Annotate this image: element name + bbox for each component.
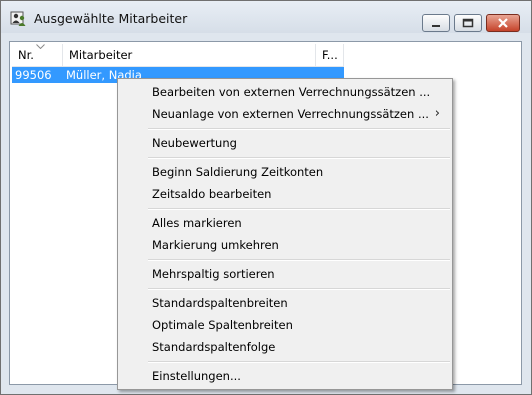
- menu-separator: [148, 288, 450, 290]
- context-menu: Bearbeiten von externen Verrechnungssätz…: [117, 78, 453, 390]
- menu-separator: [148, 128, 450, 130]
- menu-item-label: Standardspaltenbreiten: [152, 296, 288, 310]
- menu-item-beginn-saldierung[interactable]: Beginn Saldierung Zeitkonten: [120, 161, 450, 183]
- maximize-icon: [462, 18, 474, 28]
- menu-item-label: Mehrspaltig sortieren: [152, 267, 275, 281]
- menu-item-label: Zeitsaldo bearbeiten: [152, 187, 272, 201]
- column-header-mitarbeiter[interactable]: Mitarbeiter: [63, 44, 316, 66]
- menu-item-mehrspaltig-sortieren[interactable]: Mehrspaltig sortieren: [120, 263, 450, 285]
- chevron-right-icon: ›: [434, 106, 440, 121]
- column-header-label: F...: [322, 48, 338, 62]
- menu-separator: [148, 157, 450, 159]
- menu-separator: [148, 361, 450, 363]
- menu-item-optimale-spaltenbreiten[interactable]: Optimale Spaltenbreiten: [120, 314, 450, 336]
- cell-nr: 99506: [15, 68, 52, 82]
- menu-item-standardspaltenfolge[interactable]: Standardspaltenfolge: [120, 336, 450, 358]
- menu-item-label: Optimale Spaltenbreiten: [152, 318, 293, 332]
- title-bar[interactable]: Ausgewählte Mitarbeiter: [1, 1, 531, 33]
- menu-item-markierung-umkehren[interactable]: Markierung umkehren: [120, 234, 450, 256]
- close-button[interactable]: [486, 14, 520, 32]
- column-header-f[interactable]: F...: [316, 44, 344, 66]
- people-icon: [10, 11, 26, 26]
- column-header-label: Mitarbeiter: [69, 48, 133, 62]
- menu-separator: [148, 259, 450, 261]
- list-header: Nr. Mitarbeiter F...: [12, 44, 344, 67]
- menu-item-neuanlage-verrechnungssaetze[interactable]: Neuanlage von externen Verrechnungssätze…: [120, 103, 450, 125]
- menu-separator: [148, 208, 450, 210]
- menu-item-neubewertung[interactable]: Neubewertung: [120, 132, 450, 154]
- close-icon: [498, 18, 508, 28]
- menu-item-label: Markierung umkehren: [152, 238, 279, 252]
- menu-item-einstellungen[interactable]: Einstellungen...: [120, 365, 450, 387]
- menu-item-alles-markieren[interactable]: Alles markieren: [120, 212, 450, 234]
- minimize-icon: [432, 25, 440, 27]
- menu-item-standardspaltenbreiten[interactable]: Standardspaltenbreiten: [120, 292, 450, 314]
- maximize-button[interactable]: [454, 14, 482, 32]
- sort-indicator-icon: [36, 44, 45, 49]
- menu-item-label: Neuanlage von externen Verrechnungssätze…: [152, 107, 429, 121]
- menu-item-label: Neubewertung: [152, 136, 237, 150]
- window-title: Ausgewählte Mitarbeiter: [34, 11, 188, 26]
- column-header-nr[interactable]: Nr.: [12, 44, 63, 66]
- menu-item-label: Beginn Saldierung Zeitkonten: [152, 165, 324, 179]
- menu-item-label: Alles markieren: [152, 216, 242, 230]
- menu-item-label: Einstellungen...: [152, 369, 241, 383]
- column-header-label: Nr.: [18, 48, 34, 62]
- minimize-button[interactable]: [422, 14, 450, 32]
- menu-item-bearbeiten-verrechnungssaetze[interactable]: Bearbeiten von externen Verrechnungssätz…: [120, 81, 450, 103]
- menu-item-zeitsaldo-bearbeiten[interactable]: Zeitsaldo bearbeiten: [120, 183, 450, 205]
- menu-item-label: Bearbeiten von externen Verrechnungssätz…: [152, 85, 431, 99]
- menu-item-label: Standardspaltenfolge: [152, 340, 276, 354]
